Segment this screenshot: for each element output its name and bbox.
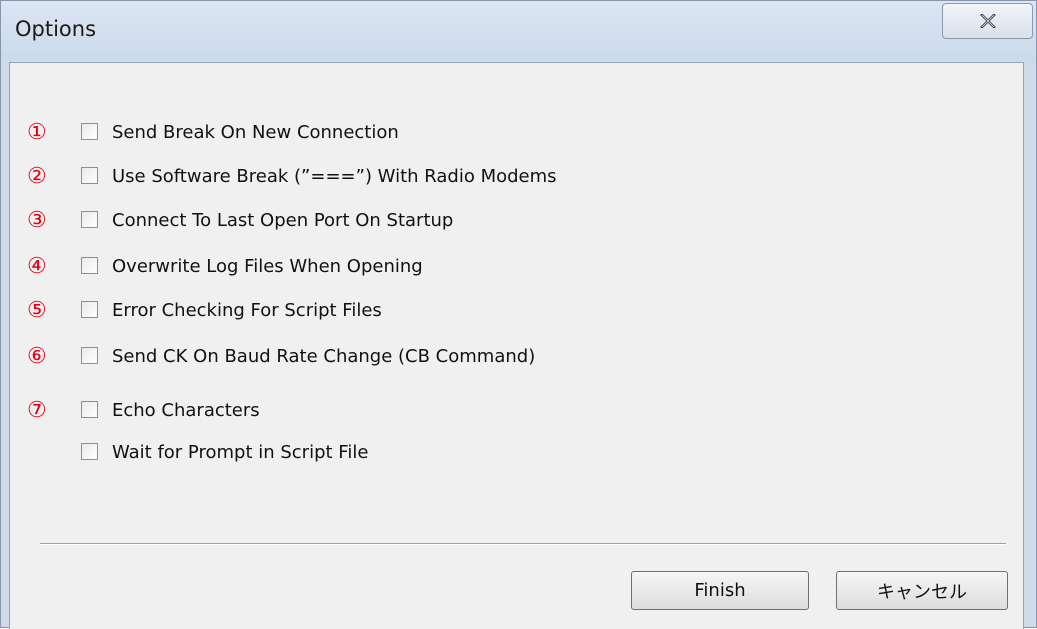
option-marker: ⑥ bbox=[27, 344, 47, 369]
echo-characters-checkbox[interactable] bbox=[81, 401, 98, 418]
option-label: Send Break On New Connection bbox=[112, 122, 399, 143]
error-checking-checkbox[interactable] bbox=[81, 301, 98, 318]
options-dialog: Options ① Send Break On New Connection ②… bbox=[0, 0, 1037, 629]
send-ck-checkbox[interactable] bbox=[81, 347, 98, 364]
finish-button[interactable]: Finish bbox=[631, 571, 809, 610]
option-label: Echo Characters bbox=[112, 400, 260, 421]
option-marker: ③ bbox=[27, 208, 47, 233]
overwrite-log-checkbox[interactable] bbox=[81, 257, 98, 274]
option-label: Overwrite Log Files When Opening bbox=[112, 256, 423, 277]
option-marker: ② bbox=[27, 164, 47, 189]
dialog-body: ① Send Break On New Connection ② Use Sof… bbox=[9, 62, 1024, 629]
option-send-break[interactable]: ① Send Break On New Connection bbox=[10, 118, 710, 148]
option-marker: ⑦ bbox=[27, 398, 47, 423]
option-wait-for-prompt[interactable]: Wait for Prompt in Script File bbox=[10, 438, 710, 468]
option-label: Wait for Prompt in Script File bbox=[112, 442, 369, 463]
option-marker: ① bbox=[27, 120, 47, 145]
divider bbox=[40, 543, 1006, 545]
option-echo-characters[interactable]: ⑦ Echo Characters bbox=[10, 396, 710, 426]
close-button[interactable] bbox=[942, 3, 1033, 39]
title-bar[interactable]: Options bbox=[1, 1, 1036, 61]
option-marker: ⑤ bbox=[27, 298, 47, 323]
wait-for-prompt-checkbox[interactable] bbox=[81, 443, 98, 460]
option-software-break[interactable]: ② Use Software Break (”===”) With Radio … bbox=[10, 162, 710, 192]
option-marker: ④ bbox=[27, 254, 47, 279]
window-title: Options bbox=[15, 17, 97, 41]
option-connect-last-port[interactable]: ③ Connect To Last Open Port On Startup bbox=[10, 206, 710, 236]
option-label: Send CK On Baud Rate Change (CB Command) bbox=[112, 346, 536, 367]
option-send-ck[interactable]: ⑥ Send CK On Baud Rate Change (CB Comman… bbox=[10, 342, 710, 372]
software-break-checkbox[interactable] bbox=[81, 167, 98, 184]
option-overwrite-log[interactable]: ④ Overwrite Log Files When Opening bbox=[10, 252, 710, 282]
option-label: Connect To Last Open Port On Startup bbox=[112, 210, 454, 231]
option-error-checking[interactable]: ⑤ Error Checking For Script Files bbox=[10, 296, 710, 326]
connect-last-port-checkbox[interactable] bbox=[81, 211, 98, 228]
option-label: Error Checking For Script Files bbox=[112, 300, 382, 321]
close-x-icon bbox=[979, 14, 996, 28]
option-label: Use Software Break (”===”) With Radio Mo… bbox=[112, 166, 557, 187]
send-break-checkbox[interactable] bbox=[81, 123, 98, 140]
cancel-button[interactable]: キャンセル bbox=[836, 571, 1008, 610]
